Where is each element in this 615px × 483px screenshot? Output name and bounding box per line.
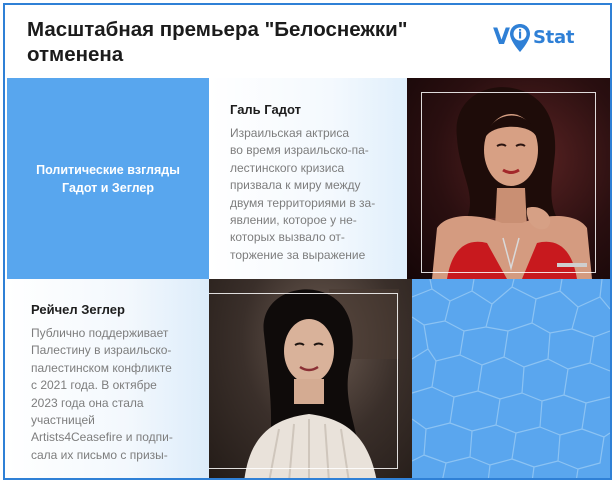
desc-line: лестинского кризиса: [230, 160, 345, 175]
header: Масштабная премьера "Белоснежки" отменен…: [5, 5, 610, 78]
logo-word-stat: Stat: [533, 27, 575, 48]
desc-line: сала их письмо с призы-: [31, 447, 168, 462]
desc-line: во время израильско-па-: [230, 143, 369, 158]
gal-gadot-photo: [407, 78, 610, 279]
topic-tile: Политические взгляды Гадот и Зеглер: [7, 78, 209, 279]
desc-line: Публично поддерживает: [31, 326, 169, 340]
rachel-zegler-card: Рейчел Зеглер Публично поддерживает Пале…: [7, 279, 209, 478]
rachel-zegler-name: Рейчел Зеглер: [31, 302, 125, 317]
page-title: Масштабная премьера "Белоснежки" отменен…: [27, 18, 408, 66]
desc-line: призвала к миру между: [230, 178, 361, 193]
desc-line: участницей: [31, 413, 95, 428]
decorative-pattern-tile: [412, 279, 610, 478]
infographic-card: Масштабная премьера "Белоснежки" отменен…: [3, 3, 612, 480]
desc-line: которых вызвало от-: [230, 230, 345, 245]
desc-line: Artists4Ceasefire и подпи-: [31, 430, 173, 445]
photo-frame-decoration: [421, 92, 596, 273]
desc-line: с 2021 года. В октябре: [31, 378, 157, 393]
desc-line: Израильская актриса: [230, 126, 350, 140]
desc-line: 2023 года она стала: [31, 395, 144, 410]
rachel-zegler-photo: [209, 279, 412, 478]
topic-label: Политические взгляды Гадот и Зеглер: [36, 162, 180, 195]
voronoi-pattern-decoration: [412, 279, 610, 478]
desc-line: явлении, которое у не-: [230, 213, 357, 228]
desc-line: торжение за выражение: [230, 247, 366, 262]
photo-frame-decoration: [209, 293, 398, 469]
vistat-logo[interactable]: V i Stat: [493, 23, 583, 59]
desc-line: двумя территориями в за-: [230, 195, 376, 210]
map-pin-icon: i: [510, 24, 530, 52]
gal-gadot-name: Галь Гадот: [230, 102, 301, 117]
gal-gadot-description: Израильская актриса во время израильско-…: [230, 125, 408, 264]
logo-pin-letter: i: [518, 28, 522, 42]
logo-letter-v: V: [493, 25, 511, 50]
desc-line: палестинском конфликте: [31, 360, 172, 375]
gal-gadot-card: Галь Гадот Израильская актриса во время …: [209, 78, 412, 279]
content-grid: Политические взгляды Гадот и Зеглер Галь…: [5, 78, 610, 478]
rachel-zegler-description: Публично поддерживает Палестину в израил…: [31, 325, 209, 464]
desc-line: Палестину в израильско-: [31, 343, 172, 358]
